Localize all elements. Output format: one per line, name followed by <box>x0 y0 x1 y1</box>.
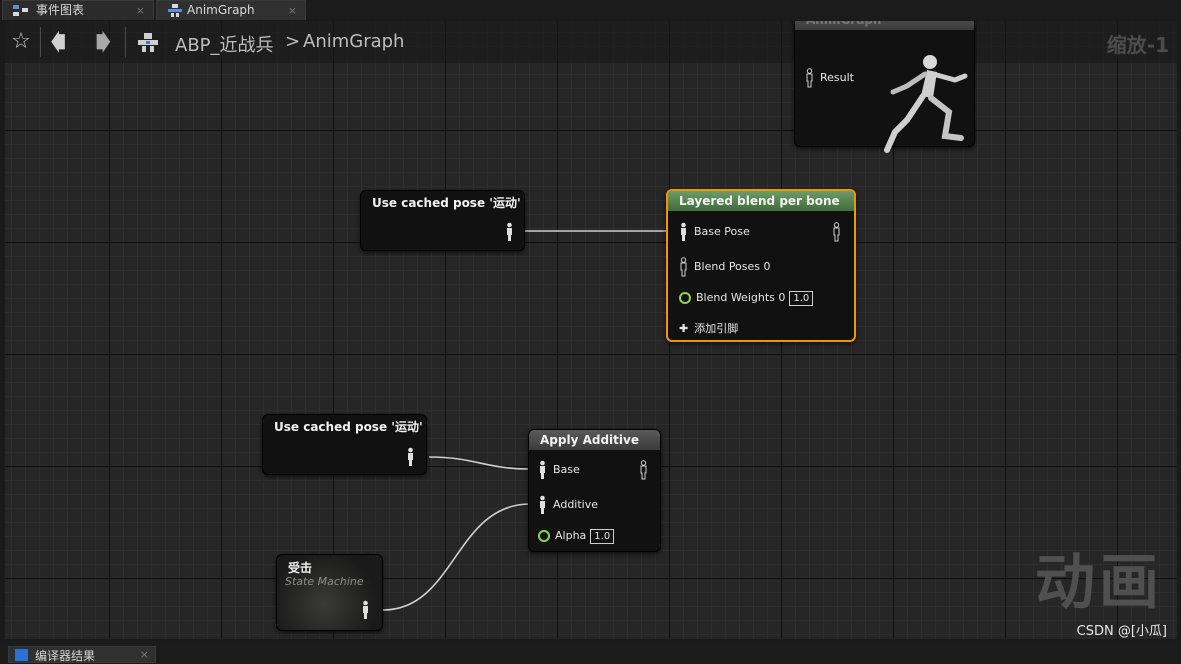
graph-canvas[interactable]: ☆ ABP_近战兵 > AnimGraph 缩放-1 AnimGraph Res… <box>5 21 1177 639</box>
pose-pin-icon <box>540 460 545 479</box>
pose-pin-icon <box>680 257 687 277</box>
pin-blend-poses-0[interactable]: Blend Poses 0 <box>679 257 771 277</box>
close-icon[interactable]: × <box>140 647 149 663</box>
node-title: AnimGraph <box>795 21 974 30</box>
tab-event-graph[interactable]: 事件图表 × <box>2 0 154 20</box>
close-icon[interactable]: × <box>288 1 297 20</box>
pose-pin-icon <box>681 222 686 241</box>
node-use-cached-pose[interactable]: Use cached pose '运动' <box>262 414 427 475</box>
node-title: Use cached pose '运动' <box>274 420 423 434</box>
zoom-level: 缩放-1 <box>1106 33 1169 57</box>
node-use-cached-pose[interactable]: Use cached pose '运动' <box>360 190 525 251</box>
node-state-machine[interactable]: 受击 State Machine <box>276 554 383 631</box>
wire-statemachine-to-additive <box>382 503 531 611</box>
divider <box>125 27 126 57</box>
breadcrumb-graph[interactable]: AnimGraph <box>303 31 404 52</box>
graph-type-watermark: 动画 <box>1035 548 1163 618</box>
event-graph-icon <box>13 5 28 16</box>
float-pin-icon <box>679 292 691 304</box>
alpha-input[interactable]: 1.0 <box>590 528 615 544</box>
pin-result[interactable]: Result <box>805 68 854 88</box>
blend-weight-input[interactable]: 1.0 <box>789 290 814 306</box>
node-apply-additive[interactable]: Apply Additive Base Additive Alpha 1.0 <box>528 429 661 552</box>
pose-output-pin-icon[interactable] <box>361 600 370 620</box>
anim-graph-icon <box>168 4 182 17</box>
wire-cached2-to-base <box>428 456 531 470</box>
tab-animgraph[interactable]: AnimGraph × <box>156 0 306 20</box>
add-pin-button[interactable]: ✚ 添加引脚 <box>679 319 738 339</box>
tab-compiler-results[interactable]: 编译器结果 × <box>8 646 156 663</box>
node-subtitle: State Machine <box>285 575 364 588</box>
close-icon[interactable]: × <box>136 1 145 20</box>
node-title: Use cached pose '运动' <box>372 196 521 210</box>
bottom-panel-bar: 编译器结果 × <box>0 642 1181 663</box>
anim-blueprint-icon <box>138 33 158 52</box>
pose-output-pin-icon[interactable] <box>505 222 514 242</box>
node-layered-blend-per-bone[interactable]: Layered blend per bone Base Pose Blend P… <box>666 189 856 342</box>
float-pin-icon <box>538 530 550 542</box>
node-title: Layered blend per bone <box>668 191 854 211</box>
forward-arrow-icon[interactable] <box>89 29 115 55</box>
pose-output-pin-icon[interactable] <box>832 222 841 242</box>
back-arrow-icon[interactable] <box>47 29 73 55</box>
favorite-star-icon[interactable]: ☆ <box>8 29 34 55</box>
node-title: 受击 <box>288 561 313 575</box>
pin-base[interactable]: Base <box>538 460 580 480</box>
pin-alpha[interactable]: Alpha 1.0 <box>538 526 615 546</box>
plus-icon: ✚ <box>679 322 689 335</box>
pin-base-pose[interactable]: Base Pose <box>679 222 750 242</box>
pose-pin-icon <box>806 68 813 88</box>
pose-output-pin-icon[interactable] <box>639 460 648 480</box>
node-title: Apply Additive <box>529 430 660 450</box>
pin-additive[interactable]: Additive <box>538 495 598 515</box>
divider <box>40 27 41 57</box>
pin-blend-weights-0[interactable]: Blend Weights 0 1.0 <box>679 288 814 308</box>
compiler-icon <box>15 649 28 661</box>
tab-bar: 事件图表 × AnimGraph × <box>0 0 1181 20</box>
node-output-pose[interactable]: AnimGraph Result <box>794 21 975 153</box>
running-mannequin-icon <box>884 55 968 153</box>
breadcrumb: ☆ ABP_近战兵 > AnimGraph 缩放-1 <box>5 21 1177 63</box>
pose-pin-icon <box>540 495 545 514</box>
breadcrumb-blueprint[interactable]: ABP_近战兵 <box>175 31 274 57</box>
credit-watermark: CSDN @[小瓜] <box>1076 624 1167 639</box>
breadcrumb-separator: > <box>285 31 301 52</box>
pose-output-pin-icon[interactable] <box>406 447 415 467</box>
